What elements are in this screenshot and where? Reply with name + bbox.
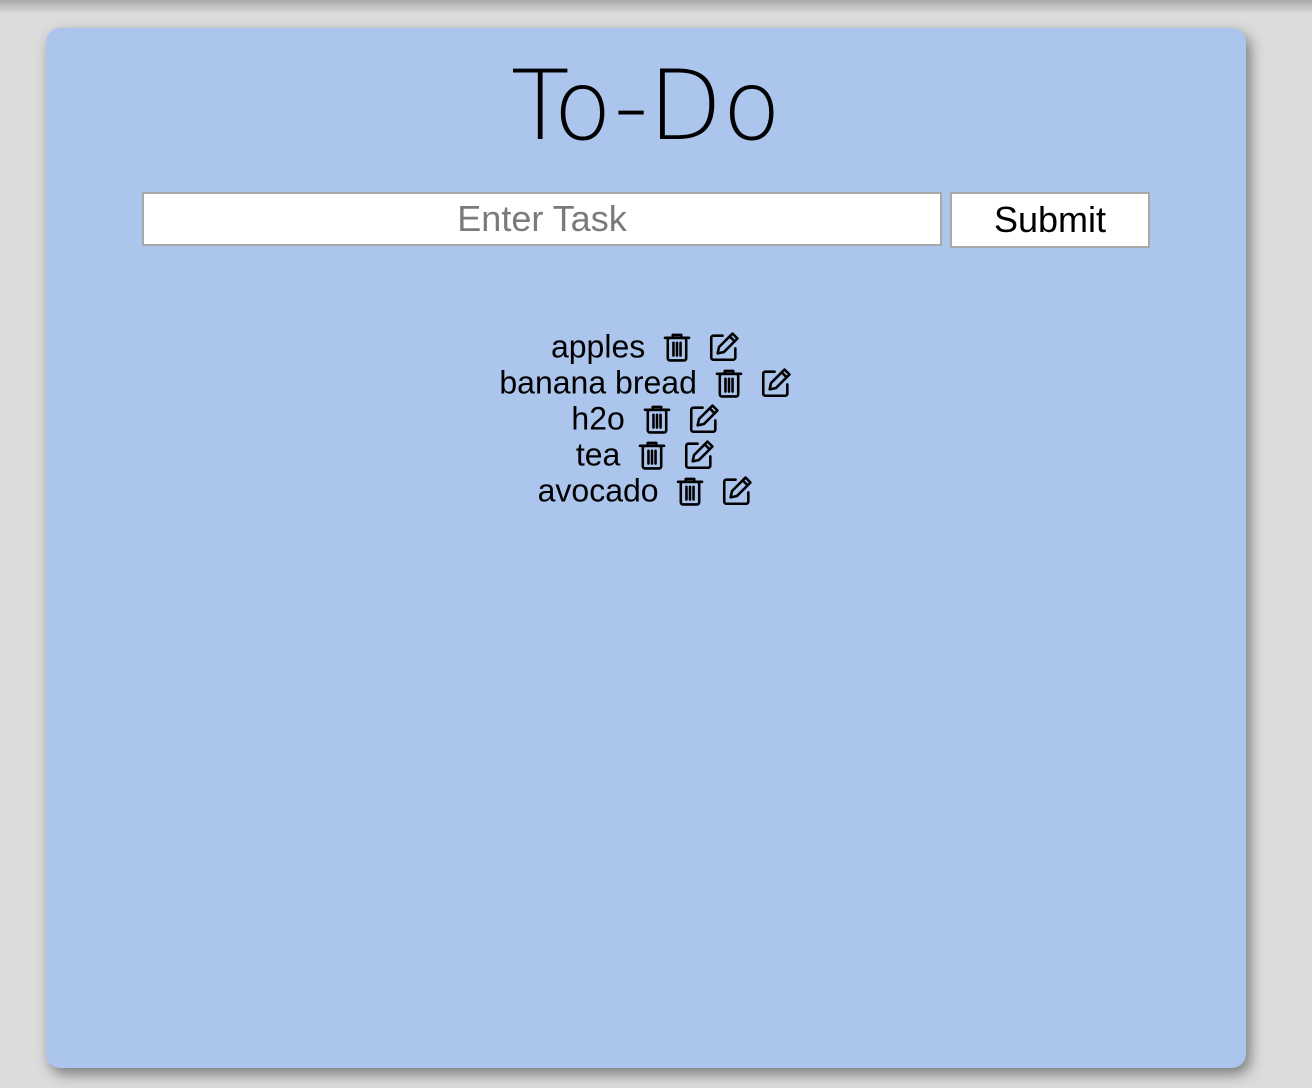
trash-icon[interactable] — [640, 402, 674, 436]
edit-icon[interactable] — [759, 366, 793, 400]
task-item: h2o — [46, 398, 1246, 437]
task-item: avocado — [46, 470, 1246, 509]
edit-icon[interactable] — [682, 438, 716, 472]
task-input[interactable] — [142, 192, 942, 246]
task-item: banana bread — [46, 362, 1246, 401]
trash-icon[interactable] — [673, 474, 707, 508]
todo-card: To-Do Submit apples banana bread h2o tea… — [46, 28, 1246, 1068]
task-list: apples banana bread h2o tea avocado — [46, 326, 1246, 509]
task-item: tea — [46, 434, 1246, 473]
trash-icon[interactable] — [635, 438, 669, 472]
trash-icon[interactable] — [712, 366, 746, 400]
task-text: h2o — [571, 400, 625, 437]
task-text: tea — [575, 436, 621, 473]
trash-icon[interactable] — [660, 330, 694, 364]
task-text: avocado — [537, 472, 659, 509]
page-title: To-Do — [510, 50, 782, 162]
task-text: apples — [550, 328, 646, 365]
window-top-shadow — [0, 0, 1312, 14]
task-text: banana bread — [499, 364, 697, 401]
edit-icon[interactable] — [720, 474, 754, 508]
submit-button[interactable]: Submit — [950, 192, 1150, 248]
task-item: apples — [46, 326, 1246, 365]
edit-icon[interactable] — [687, 402, 721, 436]
edit-icon[interactable] — [707, 330, 741, 364]
